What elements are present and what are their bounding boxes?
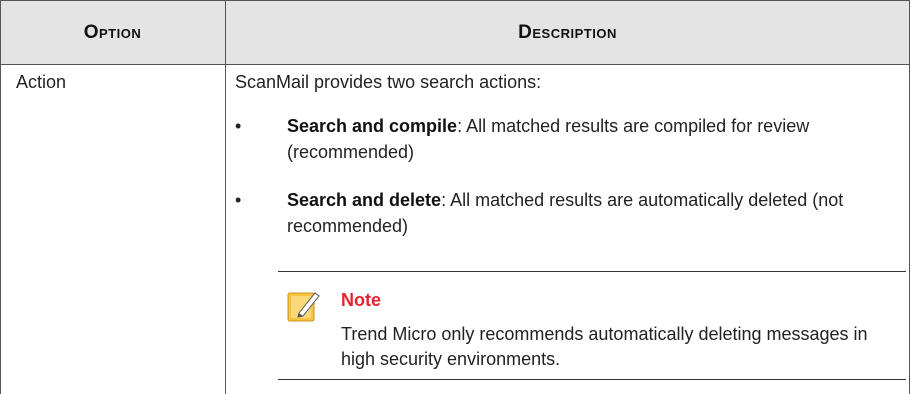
- list-item: • Search and delete: All matched results…: [235, 187, 895, 247]
- table-header-row: Option Description: [0, 0, 910, 65]
- note-pencil-icon: [287, 292, 320, 322]
- note-title: Note: [341, 290, 381, 310]
- table-border-left: [0, 0, 1, 394]
- list-item-term: Search and delete: [287, 190, 442, 210]
- note-body: Trend Micro only recommends automaticall…: [341, 324, 868, 369]
- list-item-text: Search and compile: All matched results …: [287, 113, 847, 165]
- header-description: Description: [518, 21, 617, 43]
- bullet-marker: •: [235, 116, 242, 136]
- description-intro: ScanMail provides two search actions:: [235, 72, 542, 92]
- options-table: Option Description Action ScanMail provi…: [0, 0, 910, 394]
- header-option: Option: [83, 21, 142, 43]
- list-item-term: Search and compile: [287, 116, 458, 136]
- list-item: • Search and compile: All matched result…: [235, 113, 895, 173]
- table-column-divider: [225, 0, 226, 394]
- table-border-right: [909, 0, 910, 394]
- list-item-text: Search and delete: All matched results a…: [287, 187, 847, 239]
- bullet-marker: •: [235, 190, 242, 210]
- option-cell: Action: [16, 72, 67, 92]
- note-box: Note Trend Micro only recommends automat…: [278, 271, 906, 380]
